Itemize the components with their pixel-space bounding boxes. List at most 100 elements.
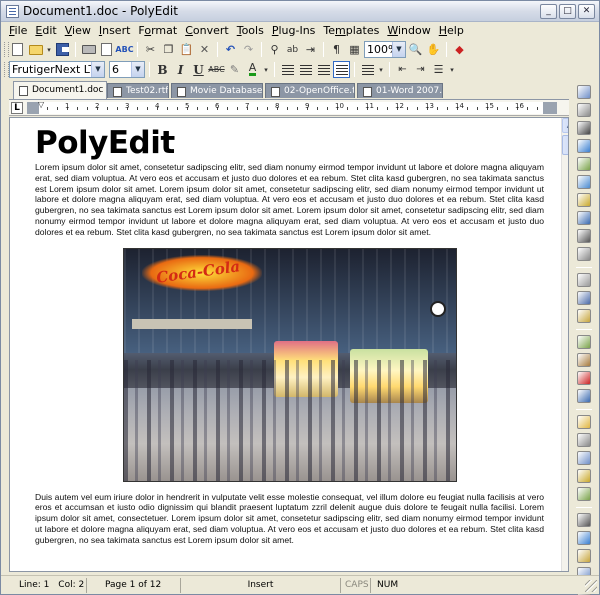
save-button[interactable]	[54, 41, 71, 58]
paste-button[interactable]: 📋	[178, 41, 195, 58]
find-button[interactable]: ⚲	[266, 41, 283, 58]
align-right-button[interactable]	[315, 61, 332, 78]
copy-button[interactable]: ❐	[160, 41, 177, 58]
menu-format[interactable]: Format	[134, 22, 181, 39]
tab-test02-rtf[interactable]: Test02.rtf	[107, 83, 169, 98]
line-spacing-dropdown[interactable]: ▾	[377, 61, 385, 78]
delete-button[interactable]: ✕	[196, 41, 213, 58]
pdf-icon[interactable]	[577, 371, 591, 385]
template-icon[interactable]	[577, 549, 591, 563]
print-preview-button[interactable]	[98, 41, 115, 58]
increase-indent-button[interactable]: ⇥	[412, 61, 429, 78]
bold-button[interactable]: B	[154, 61, 171, 78]
html-icon[interactable]	[577, 389, 591, 403]
frame-icon[interactable]	[577, 309, 591, 323]
clip-icon[interactable]	[577, 433, 591, 447]
object-icon[interactable]	[577, 175, 591, 189]
folder-open-icon[interactable]	[577, 415, 591, 429]
new-document-button[interactable]	[9, 41, 26, 58]
menu-insert[interactable]: Insert	[95, 22, 135, 39]
tab-movie-database-txt[interactable]: Movie Database.txt	[171, 83, 263, 98]
minimize-button[interactable]: _	[540, 4, 557, 19]
table-insert-icon[interactable]	[577, 103, 591, 117]
chevron-down-icon[interactable]: ▼	[392, 42, 405, 57]
close-button[interactable]: ✕	[578, 4, 595, 19]
zoom-combo[interactable]: 100% ▼	[364, 41, 406, 58]
page-setup-icon[interactable]	[577, 85, 591, 99]
export-icon[interactable]	[577, 353, 591, 367]
font-color-button[interactable]: A	[244, 61, 261, 78]
field-icon[interactable]	[577, 247, 591, 261]
hr-icon[interactable]	[577, 229, 591, 243]
document-page[interactable]: PolyEdit Lorem ipsum dolor sit amet, con…	[35, 126, 544, 546]
goto-button[interactable]: ⇥	[302, 41, 319, 58]
menu-help[interactable]: Help	[435, 22, 468, 39]
date-icon[interactable]	[577, 139, 591, 153]
menu-tools[interactable]: Tools	[233, 22, 268, 39]
decrease-indent-button[interactable]: ⇤	[394, 61, 411, 78]
italic-button[interactable]: I	[172, 61, 189, 78]
bullets-button[interactable]: ☰	[430, 61, 447, 78]
open-button[interactable]	[27, 41, 44, 58]
convert-icon[interactable]	[577, 335, 591, 349]
paste-icon[interactable]	[577, 469, 591, 483]
chevron-down-icon[interactable]: ▼	[131, 62, 144, 77]
zoom-button[interactable]: 🔍	[407, 41, 424, 58]
tab-document1-doc[interactable]: Document1.doc	[13, 81, 107, 99]
attach-icon[interactable]	[577, 273, 591, 287]
menu-convert[interactable]: Convert	[181, 22, 233, 39]
help-book-button[interactable]: ◆	[451, 41, 468, 58]
copy-icon[interactable]	[577, 451, 591, 465]
title-bar[interactable]: Document1.doc - PolyEdit _ □ ✕	[1, 1, 599, 22]
embedded-image[interactable]: Coca-Cola	[122, 247, 457, 482]
tab-stop-selector[interactable]: L	[11, 102, 23, 114]
underline-button[interactable]: U	[190, 61, 207, 78]
font-size-combo[interactable]: 6 ▼	[109, 61, 145, 78]
plugin-icon[interactable]	[577, 531, 591, 545]
align-left-button[interactable]	[279, 61, 296, 78]
show-formatting-button[interactable]: ¶	[328, 41, 345, 58]
line-spacing-button[interactable]	[359, 61, 376, 78]
indent-marker-icon[interactable]: ▽	[38, 100, 44, 109]
bullets-dropdown[interactable]: ▾	[448, 61, 456, 78]
special-char-icon[interactable]	[577, 121, 591, 135]
cut-button[interactable]: ✂	[142, 41, 159, 58]
scroll-thumb[interactable]	[562, 135, 568, 155]
table-button[interactable]: ▦	[346, 41, 363, 58]
bookmark-icon[interactable]	[577, 291, 591, 305]
maximize-button[interactable]: □	[559, 4, 576, 19]
scroll-up-button[interactable]: ▲	[562, 118, 568, 133]
menu-file[interactable]: File	[5, 22, 31, 39]
undo-button[interactable]: ↶	[222, 41, 239, 58]
menu-plug-ins[interactable]: Plug-Ins	[268, 22, 320, 39]
ruler[interactable]: L 1 2 3 4 5 6 7 8 9 10 11 12 13 14 15 16 ▽	[9, 99, 569, 116]
link-icon[interactable]	[577, 211, 591, 225]
print-button[interactable]	[80, 41, 97, 58]
font-color-dropdown[interactable]: ▾	[262, 61, 270, 78]
find-replace-button[interactable]: ab	[284, 41, 301, 58]
spellcheck-button[interactable]: ABC	[115, 41, 133, 58]
hand-tool-button[interactable]: ✋	[425, 41, 442, 58]
merge-icon[interactable]	[577, 487, 591, 501]
align-center-button[interactable]	[297, 61, 314, 78]
font-name-combo[interactable]: FrutigerNext LT Regu ▼	[9, 61, 105, 78]
menu-edit[interactable]: Edit	[31, 22, 60, 39]
open-dropdown[interactable]: ▾	[45, 41, 53, 58]
chevron-down-icon[interactable]: ▼	[91, 62, 104, 77]
app-icon[interactable]	[6, 5, 19, 18]
resize-grip[interactable]	[585, 580, 597, 592]
tab-02-openoffice-txt[interactable]: 02-OpenOffice.txt	[265, 83, 355, 98]
symbol-icon[interactable]	[577, 193, 591, 207]
menu-templates[interactable]: Templates	[319, 22, 383, 39]
macro-icon[interactable]	[577, 513, 591, 527]
picture-icon[interactable]	[577, 157, 591, 171]
highlight-button[interactable]: ✎	[226, 61, 243, 78]
redo-button[interactable]: ↷	[240, 41, 257, 58]
justify-button[interactable]	[333, 61, 350, 78]
menu-view[interactable]: View	[61, 22, 95, 39]
menu-window[interactable]: Window	[383, 22, 434, 39]
document-editor[interactable]: PolyEdit Lorem ipsum dolor sit amet, con…	[9, 117, 569, 572]
tab-01-word-2007-txt[interactable]: 01-Word 2007.txt	[357, 83, 443, 98]
strikethrough-button[interactable]: ABC	[208, 61, 225, 78]
vertical-scrollbar[interactable]: ▲	[561, 118, 568, 571]
